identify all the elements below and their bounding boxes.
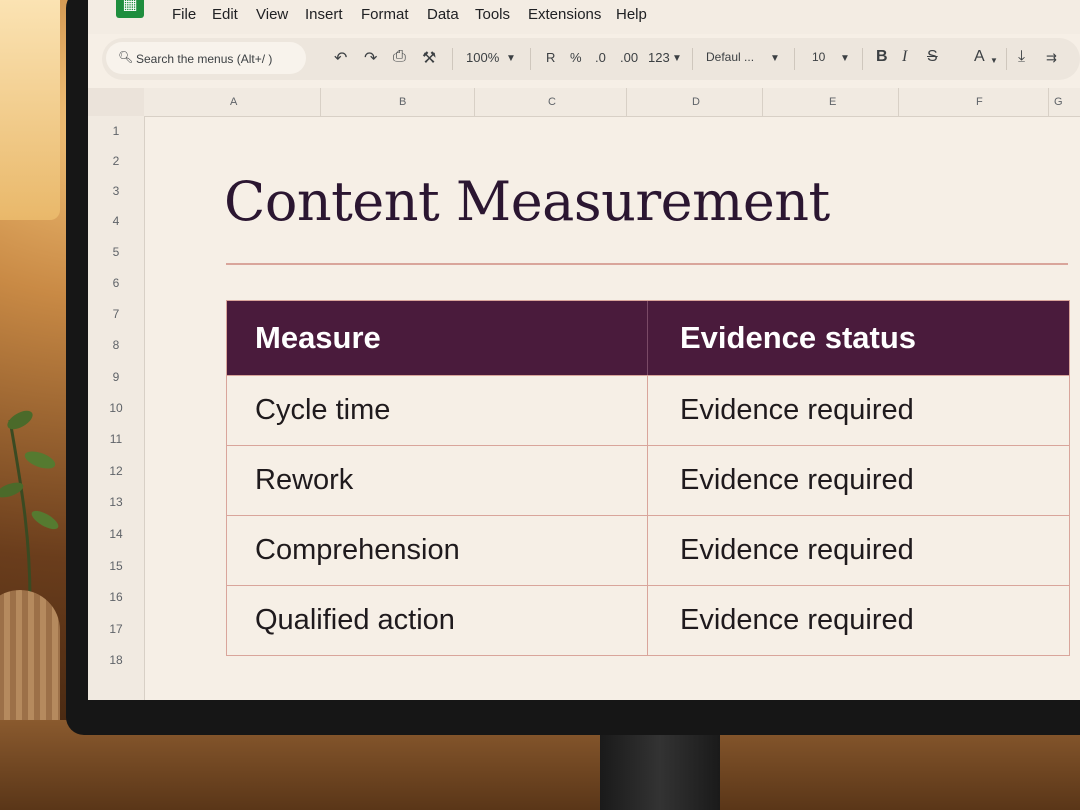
toolbar-divider <box>862 48 863 70</box>
row-header[interactable]: 18 <box>88 653 144 667</box>
font-size-chevron-down-icon[interactable]: ▼ <box>840 53 850 64</box>
bold-button[interactable]: B <box>876 48 888 66</box>
font-family-select[interactable]: Defaul ... <box>706 50 754 64</box>
toolbar-divider <box>1006 48 1007 70</box>
column-header-b[interactable]: B <box>399 96 406 108</box>
title-divider <box>226 263 1068 265</box>
table-row: Comprehension Evidence required <box>227 515 1069 585</box>
number-format-select[interactable]: 123 <box>648 50 670 65</box>
spreadsheet-screen: ▦ File Edit View Insert Format Data Tool… <box>88 0 1080 700</box>
zoom-chevron-down-icon[interactable]: ▼ <box>506 53 516 64</box>
row-header[interactable]: 9 <box>88 370 144 384</box>
menu-format[interactable]: Format <box>361 6 409 23</box>
row-header[interactable]: 3 <box>88 184 144 198</box>
cell-measure[interactable]: Rework <box>227 446 648 515</box>
font-size-select[interactable]: 10 <box>812 50 825 64</box>
menu-bar: ▦ File Edit View Insert Format Data Tool… <box>88 0 1080 34</box>
sheets-logo-icon[interactable]: ▦ <box>116 0 144 18</box>
font-family-chevron-down-icon[interactable]: ▼ <box>770 53 780 64</box>
row-header[interactable]: 13 <box>88 495 144 509</box>
cell-measure[interactable]: Cycle time <box>227 376 648 445</box>
row-header[interactable]: 17 <box>88 622 144 636</box>
header-measure[interactable]: Measure <box>227 301 648 375</box>
header-evidence-status[interactable]: Evidence status <box>648 301 1069 375</box>
menu-tools[interactable]: Tools <box>475 6 510 23</box>
table-row: Rework Evidence required <box>227 445 1069 515</box>
menu-view[interactable]: View <box>256 6 288 23</box>
column-header-g[interactable]: G <box>1054 96 1063 108</box>
row-header[interactable]: 14 <box>88 527 144 541</box>
table-row: Cycle time Evidence required <box>227 375 1069 445</box>
row-header[interactable]: 5 <box>88 245 144 259</box>
row-header[interactable]: 8 <box>88 338 144 352</box>
column-header-e[interactable]: E <box>829 96 836 108</box>
row-header[interactable]: 2 <box>88 154 144 168</box>
menu-insert[interactable]: Insert <box>305 6 343 23</box>
column-headers: A B C D E F G <box>144 88 1080 117</box>
search-menus-input[interactable]: 🔍︎ Search the menus (Alt+/ ) <box>106 42 306 74</box>
italic-button[interactable]: I <box>902 48 907 66</box>
search-icon: 🔍︎ <box>118 50 134 64</box>
decrease-decimal-button[interactable]: .0 <box>595 50 606 65</box>
toolbar-divider <box>794 48 795 70</box>
number-format-chevron-down-icon[interactable]: ▼ <box>672 53 682 64</box>
cell-evidence-status[interactable]: Evidence required <box>648 516 1069 585</box>
row-header[interactable]: 1 <box>88 124 144 138</box>
row-header[interactable]: 10 <box>88 401 144 415</box>
column-divider <box>320 88 321 116</box>
menu-help[interactable]: Help <box>616 6 647 23</box>
sheet-title: Content Measurement <box>224 170 830 233</box>
column-divider <box>1048 88 1049 116</box>
column-divider <box>626 88 627 116</box>
toolbar-divider <box>692 48 693 70</box>
strikethrough-button[interactable]: S <box>927 48 938 66</box>
menu-edit[interactable]: Edit <box>212 6 238 23</box>
row-header[interactable]: 15 <box>88 559 144 573</box>
cell-evidence-status[interactable]: Evidence required <box>648 446 1069 515</box>
column-divider <box>762 88 763 116</box>
toolbar: 🔍︎ Search the menus (Alt+/ ) ↶ ↷ ⎙ ⚒ 100… <box>102 38 1080 80</box>
row-header[interactable]: 6 <box>88 276 144 290</box>
redo-icon[interactable]: ↷ <box>364 48 377 68</box>
row-headers: 1 2 3 4 5 6 7 8 9 10 11 12 13 14 15 16 1… <box>88 116 145 700</box>
table-row: Qualified action Evidence required <box>227 585 1069 655</box>
menu-data[interactable]: Data <box>427 6 459 23</box>
cell-evidence-status[interactable]: Evidence required <box>648 376 1069 445</box>
row-header[interactable]: 11 <box>88 432 144 446</box>
percent-format-button[interactable]: % <box>570 50 582 65</box>
toolbar-divider <box>452 48 453 70</box>
text-color-chevron-down-icon[interactable]: ▼ <box>990 56 998 65</box>
row-header[interactable]: 7 <box>88 307 144 321</box>
toolbar-divider <box>530 48 531 70</box>
text-color-button[interactable]: A <box>974 48 985 66</box>
menu-extensions[interactable]: Extensions <box>528 6 601 23</box>
cell-evidence-status[interactable]: Evidence required <box>648 586 1069 655</box>
increase-decimal-button[interactable]: .00 <box>620 50 638 65</box>
row-header[interactable]: 16 <box>88 590 144 604</box>
cell-measure[interactable]: Comprehension <box>227 516 648 585</box>
lamp-shade <box>0 0 60 220</box>
text-wrap-icon[interactable]: ⇉ <box>1046 50 1057 66</box>
column-header-d[interactable]: D <box>692 96 700 108</box>
column-header-c[interactable]: C <box>548 96 556 108</box>
row-header[interactable]: 4 <box>88 214 144 228</box>
currency-format-button[interactable]: R <box>546 50 555 65</box>
column-header-f[interactable]: F <box>976 96 983 108</box>
row-header[interactable]: 12 <box>88 464 144 478</box>
column-header-a[interactable]: A <box>230 96 237 108</box>
select-all-corner[interactable] <box>88 88 145 117</box>
menu-file[interactable]: File <box>172 6 196 23</box>
cell-measure[interactable]: Qualified action <box>227 586 648 655</box>
vertical-align-icon[interactable]: ⤓ <box>1018 48 1025 66</box>
undo-icon[interactable]: ↶ <box>334 48 347 68</box>
paint-format-icon[interactable]: ⚒ <box>422 48 436 68</box>
print-icon[interactable]: ⎙ <box>393 48 406 66</box>
measurement-table: Measure Evidence status Cycle time Evide… <box>226 300 1070 656</box>
table-header-row: Measure Evidence status <box>227 301 1069 375</box>
search-placeholder: Search the menus (Alt+/ ) <box>136 52 273 66</box>
column-divider <box>898 88 899 116</box>
column-divider <box>474 88 475 116</box>
zoom-select[interactable]: 100% <box>466 50 499 65</box>
